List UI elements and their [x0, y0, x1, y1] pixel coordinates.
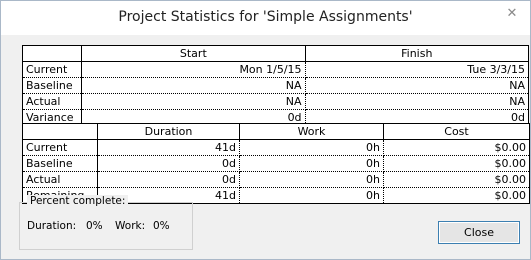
title-bar: Project Statistics for 'Simple Assignmen… [1, 1, 530, 35]
duration-cell: 41d [97, 139, 240, 156]
work-percent-label: Work: [115, 220, 146, 232]
duration-column-header: Duration [97, 123, 240, 140]
start-cell: NA [81, 77, 306, 94]
dates-table: Start Finish Current Mon 1/5/15 Tue 3/3/… [22, 45, 529, 126]
table-row: Actual NA NA [22, 93, 529, 110]
cost-cell: $0.00 [383, 155, 530, 172]
work-column-header: Work [239, 123, 384, 140]
work-header-corner [22, 123, 98, 140]
work-percent-value: 0% [153, 220, 170, 232]
duration-cell: 0d [97, 171, 240, 188]
work-header-row: Duration Work Cost [22, 123, 530, 140]
row-label: Current [22, 61, 83, 78]
dates-header-corner [22, 45, 83, 62]
dialog-title: Project Statistics for 'Simple Assignmen… [118, 9, 413, 25]
cost-cell: $0.00 [383, 139, 530, 156]
row-label: Actual [22, 93, 83, 110]
finish-cell: Tue 3/3/15 [305, 61, 529, 78]
percent-complete-legend: Percent complete: [27, 195, 129, 207]
row-label: Baseline [22, 77, 83, 94]
table-row: Current 41d 0h $0.00 [22, 139, 530, 156]
cost-cell: $0.00 [383, 171, 530, 188]
dates-header-row: Start Finish [22, 45, 529, 62]
row-label: Current [22, 139, 98, 156]
row-label: Actual [22, 171, 98, 188]
row-label: Baseline [22, 155, 98, 172]
work-cell: 0h [239, 171, 384, 188]
finish-cell: NA [305, 77, 529, 94]
table-row: Baseline NA NA [22, 77, 529, 94]
close-icon[interactable]: ✕ [502, 5, 522, 23]
work-cell: 0h [239, 139, 384, 156]
table-row: Baseline 0d 0h $0.00 [22, 155, 530, 172]
duration-percent-value: 0% [86, 220, 103, 232]
start-column-header: Start [81, 45, 306, 62]
cost-column-header: Cost [383, 123, 530, 140]
finish-cell: NA [305, 93, 529, 110]
start-cell: NA [81, 93, 306, 110]
work-cell: 0h [239, 187, 384, 204]
duration-cell: 0d [97, 155, 240, 172]
finish-column-header: Finish [305, 45, 529, 62]
table-row: Current Mon 1/5/15 Tue 3/3/15 [22, 61, 529, 78]
work-table: Duration Work Cost Current 41d 0h $0.00 … [22, 123, 530, 204]
duration-percent-label: Duration: [27, 220, 77, 232]
close-button[interactable]: Close [438, 221, 520, 244]
start-cell: Mon 1/5/15 [81, 61, 306, 78]
table-row: Actual 0d 0h $0.00 [22, 171, 530, 188]
work-cell: 0h [239, 155, 384, 172]
cost-cell: $0.00 [494, 189, 527, 202]
project-statistics-dialog: Project Statistics for 'Simple Assignmen… [0, 0, 531, 260]
